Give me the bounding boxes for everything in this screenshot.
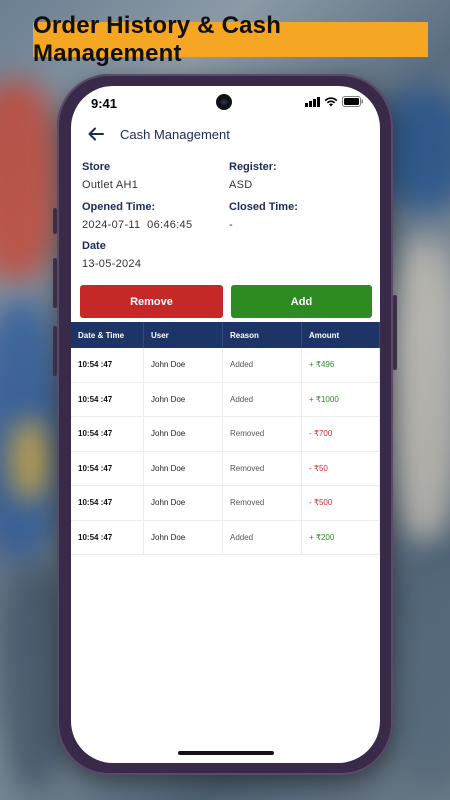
page-title: Cash Management <box>120 127 230 142</box>
phone-screen: 9:41 Cash Management Store Outlet AH1 Re… <box>71 86 380 763</box>
app-bar: Cash Management <box>71 122 380 148</box>
closed-time-label: Closed Time: <box>229 201 298 213</box>
header-amount: Amount <box>302 322 380 348</box>
cell-user: John Doe <box>144 520 223 554</box>
cell-amount: - ₹500 <box>302 486 380 520</box>
arrow-left-icon[interactable] <box>87 125 105 143</box>
status-time: 9:41 <box>91 96 118 111</box>
cell-time: 10:54 :47 <box>71 348 144 382</box>
store-label: Store <box>82 161 111 173</box>
cell-time: 10:54 :47 <box>71 417 144 451</box>
front-camera <box>216 94 232 110</box>
table-row: 10:54 :47 John Doe Removed - ₹500 <box>71 486 380 521</box>
store-value: Outlet AH1 <box>82 179 139 191</box>
remove-button[interactable]: Remove <box>80 285 223 318</box>
closed-time-value: - <box>229 219 233 231</box>
feature-banner: Order History & Cash Management <box>33 12 428 67</box>
cell-reason: Removed <box>223 451 302 485</box>
status-bar: 9:41 <box>71 86 380 116</box>
cell-time: 10:54 :47 <box>71 520 144 554</box>
register-value: ASD <box>229 179 253 191</box>
cell-reason: Added <box>223 520 302 554</box>
cell-amount: + ₹200 <box>302 520 380 554</box>
header-user: User <box>144 322 223 348</box>
cell-amount: - ₹700 <box>302 417 380 451</box>
add-button[interactable]: Add <box>231 285 372 318</box>
cell-reason: Removed <box>223 486 302 520</box>
opened-time-value: 2024-07-11 06:46:45 <box>82 219 193 231</box>
table-row: 10:54 :47 John Doe Added + ₹1000 <box>71 382 380 417</box>
cell-user: John Doe <box>144 451 223 485</box>
cell-reason: Added <box>223 348 302 382</box>
opened-time-field: Opened Time: 2024-07-11 06:46:45 <box>82 201 192 231</box>
cell-user: John Doe <box>144 348 223 382</box>
battery-icon <box>342 96 364 107</box>
closed-time-field: Closed Time: - <box>229 201 298 231</box>
cell-time: 10:54 :47 <box>71 382 144 416</box>
register-field: Register: ASD <box>229 161 277 191</box>
wifi-icon <box>324 96 338 107</box>
header-date-time: Date & Time <box>71 322 144 348</box>
table-row: 10:54 :47 John Doe Removed - ₹700 <box>71 417 380 452</box>
register-label: Register: <box>229 161 277 173</box>
cell-amount: + ₹496 <box>302 348 380 382</box>
table-header: Date & Time User Reason Amount <box>71 322 380 348</box>
cash-transactions-table: Date & Time User Reason Amount 10:54 :47… <box>71 322 380 555</box>
opened-time-label: Opened Time: <box>82 201 156 213</box>
table-row: 10:54 :47 John Doe Added + ₹200 <box>71 520 380 555</box>
cell-amount: - ₹50 <box>302 451 380 485</box>
date-label: Date <box>82 240 106 252</box>
cell-user: John Doe <box>144 417 223 451</box>
store-field: Store Outlet AH1 <box>82 161 138 191</box>
date-value: 13-05-2024 <box>82 258 142 270</box>
phone-power-button <box>393 295 397 370</box>
home-indicator <box>178 751 274 755</box>
table-row: 10:54 :47 John Doe Removed - ₹50 <box>71 451 380 486</box>
cell-reason: Removed <box>223 417 302 451</box>
cellular-signal-icon <box>305 96 320 107</box>
table-row: 10:54 :47 John Doe Added + ₹496 <box>71 348 380 383</box>
cell-user: John Doe <box>144 382 223 416</box>
cell-amount: + ₹1000 <box>302 382 380 416</box>
cell-time: 10:54 :47 <box>71 451 144 485</box>
cell-time: 10:54 :47 <box>71 486 144 520</box>
cell-reason: Added <box>223 382 302 416</box>
header-reason: Reason <box>223 322 302 348</box>
cell-user: John Doe <box>144 486 223 520</box>
date-field: Date 13-05-2024 <box>82 240 141 270</box>
